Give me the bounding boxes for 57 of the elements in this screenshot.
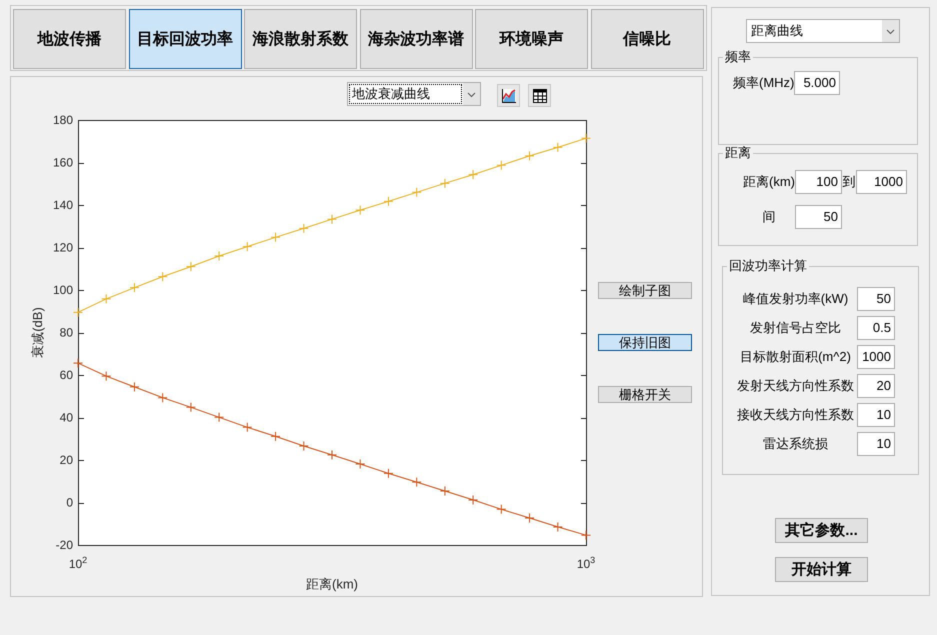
chart-tool-button[interactable] — [497, 84, 520, 107]
table-icon — [532, 88, 548, 104]
field-label: 发射信号占空比 — [749, 319, 842, 337]
tick-label: 40 — [60, 410, 73, 424]
tick-label: 60 — [60, 368, 73, 382]
field-label: 雷达系统损 — [762, 435, 829, 453]
start-button[interactable]: 开始计算 — [775, 557, 868, 582]
tick-label: 160 — [52, 156, 73, 170]
tick-label: -20 — [56, 538, 73, 552]
input-field[interactable]: 5.000 — [794, 71, 840, 95]
dropdown[interactable]: 距离曲线 — [746, 19, 900, 43]
input-field[interactable]: 0.5 — [857, 316, 895, 340]
input-field[interactable]: 100 — [795, 170, 842, 194]
tick-label: 10$^{2}$ — [68, 554, 88, 571]
caret-icon — [463, 83, 480, 105]
field-label: 目标散射面积(m^2) — [739, 348, 852, 366]
axis-label: 衰减(dB) — [30, 307, 45, 358]
subplot-button[interactable]: 绘制子图 — [598, 282, 692, 299]
tick-label: 180 — [52, 113, 73, 127]
field-label: 距离(km) — [743, 173, 795, 191]
tick-label: 80 — [60, 326, 73, 340]
input-field[interactable]: 20 — [857, 374, 895, 398]
input-field[interactable]: 10 — [857, 432, 895, 456]
caret-icon — [882, 20, 899, 42]
field-label: 间 — [762, 208, 776, 226]
input-field[interactable]: 1000 — [856, 170, 907, 194]
tab[interactable]: 海浪散射系数 — [244, 9, 357, 69]
table-tool-button[interactable] — [528, 84, 551, 107]
tab[interactable]: 环境噪声 — [475, 9, 588, 69]
field-label: 到 — [842, 173, 856, 191]
group-title: 距离 — [724, 145, 752, 161]
dropdown[interactable]: 地波衰减曲线 — [347, 82, 481, 106]
grid-toggle-button[interactable]: 栅格开关 — [598, 386, 692, 403]
input-field[interactable]: 50 — [857, 287, 895, 311]
group-title: 回波功率计算 — [728, 258, 808, 274]
input-field[interactable]: 10 — [857, 403, 895, 427]
tab[interactable]: 信噪比 — [590, 9, 704, 69]
group-title: 频率 — [724, 49, 752, 65]
hold-plot-button[interactable]: 保持旧图 — [598, 334, 692, 351]
tick-label: 10$^{3}$ — [576, 554, 596, 571]
tab[interactable]: 目标回波功率 — [128, 9, 242, 69]
tick-label: 100 — [52, 283, 73, 297]
axis-label: 距离(km) — [306, 576, 358, 592]
field-label: 发射天线方向性系数 — [736, 377, 855, 395]
field-label: 接收天线方向性系数 — [736, 406, 855, 424]
tick-label: 140 — [52, 198, 73, 212]
tab[interactable]: 海杂波功率谱 — [360, 9, 472, 69]
more-params-button[interactable]: 其它参数... — [775, 518, 868, 543]
input-field[interactable]: 50 — [795, 205, 842, 229]
tick-label: 120 — [52, 240, 73, 254]
field-label: 频率(MHz) — [733, 74, 794, 92]
line-chart-icon — [500, 88, 516, 104]
tab[interactable]: 地波传播 — [13, 9, 126, 69]
tick-label: 20 — [60, 453, 73, 467]
tick-label: 0 — [66, 496, 73, 510]
field-label: 峰值发射功率(kW) — [742, 290, 850, 308]
input-field[interactable]: 1000 — [857, 345, 895, 369]
